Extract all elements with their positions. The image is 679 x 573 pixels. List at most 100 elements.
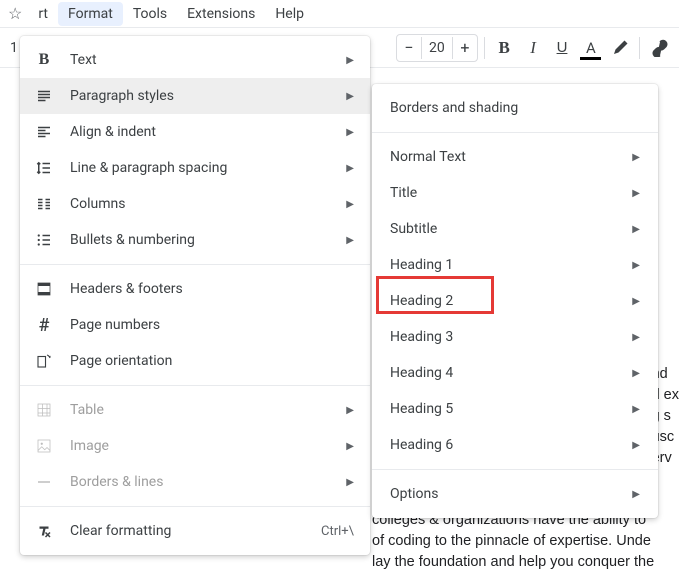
submenu-heading-2[interactable]: Heading 2 ▶ [372,283,658,319]
menu-item-label: Page orientation [70,353,354,369]
submenu-heading-5[interactable]: Heading 5 ▶ [372,391,658,427]
align-icon [32,120,56,144]
table-icon [32,398,56,422]
menu-item-label: Bullets & numbering [70,232,346,248]
menubar-item-help[interactable]: Help [265,2,314,26]
menu-item-label: Columns [70,196,346,212]
menu-item-label: Line & paragraph spacing [70,160,346,176]
menubar-item-extensions[interactable]: Extensions [177,2,265,26]
doc-text: of coding to the pinnacle of expertise. … [372,531,679,552]
submenu-item-label: Heading 4 [390,365,632,381]
menu-divider [20,264,370,265]
submenu-subtitle[interactable]: Subtitle ▶ [372,211,658,247]
bold-icon: B [32,48,56,72]
format-paragraph-styles[interactable]: Paragraph styles ▶ [20,78,370,114]
chevron-right-icon: ▶ [632,224,640,235]
insert-link-button[interactable] [646,34,673,62]
chevron-right-icon: ▶ [346,55,354,66]
italic-button[interactable]: I [520,34,547,62]
submenu-item-label: Heading 6 [390,437,632,453]
menu-item-label: Headers & footers [70,281,354,297]
separator [639,37,640,59]
headers-footers-icon [32,277,56,301]
underline-button[interactable]: U [549,34,576,62]
submenu-heading-1[interactable]: Heading 1 ▶ [372,247,658,283]
menu-item-label: Table [70,402,346,418]
link-icon [651,39,669,57]
submenu-item-label: Normal Text [390,149,632,165]
submenu-heading-6[interactable]: Heading 6 ▶ [372,427,658,463]
doc-text: lay the foundation and help you conquer … [372,552,679,573]
star-icon[interactable]: ☆ [8,4,22,23]
chevron-right-icon: ▶ [346,235,354,246]
submenu-heading-4[interactable]: Heading 4 ▶ [372,355,658,391]
font-size-increase[interactable]: + [453,35,477,61]
chevron-right-icon: ▶ [632,332,640,343]
menubar-item[interactable]: rt [28,2,58,26]
submenu-item-label: Borders and shading [390,100,640,116]
chevron-right-icon: ▶ [632,296,640,307]
font-size-control: − 20 + [396,34,478,62]
submenu-borders-shading[interactable]: Borders and shading [372,90,658,126]
submenu-item-label: Heading 3 [390,329,632,345]
format-align-indent[interactable]: Align & indent ▶ [20,114,370,150]
format-page-numbers[interactable]: # Page numbers [20,307,370,343]
submenu-item-label: Heading 1 [390,257,632,273]
submenu-item-label: Subtitle [390,221,632,237]
format-image: Image ▶ [20,428,370,464]
submenu-options[interactable]: Options ▶ [372,476,658,512]
chevron-right-icon: ▶ [346,199,354,210]
submenu-heading-3[interactable]: Heading 3 ▶ [372,319,658,355]
format-columns[interactable]: Columns ▶ [20,186,370,222]
chevron-right-icon: ▶ [632,368,640,379]
menu-item-shortcut: Ctrl+\ [321,524,354,539]
bullets-icon [32,228,56,252]
format-borders-lines: Borders & lines ▶ [20,464,370,500]
font-size-value[interactable]: 20 [421,37,453,59]
paragraph-icon [32,84,56,108]
menu-item-label: Paragraph styles [70,88,346,104]
chevron-right-icon: ▶ [632,404,640,415]
menu-divider [20,385,370,386]
hline-icon [32,470,56,494]
clear-formatting-icon [32,519,56,543]
menu-divider [372,469,658,470]
format-headers-footers[interactable]: Headers & footers [20,271,370,307]
chevron-right-icon: ▶ [346,91,354,102]
bold-button[interactable]: B [491,34,518,62]
chevron-right-icon: ▶ [632,260,640,271]
chevron-right-icon: ▶ [346,163,354,174]
submenu-normal-text[interactable]: Normal Text ▶ [372,139,658,175]
chevron-right-icon: ▶ [632,489,640,500]
menu-divider [20,506,370,507]
chevron-right-icon: ▶ [632,440,640,451]
menu-item-label: Borders & lines [70,474,346,490]
hash-icon: # [32,313,56,337]
menu-item-label: Image [70,438,346,454]
image-icon [32,434,56,458]
highlight-button[interactable] [606,34,633,62]
menu-divider [372,132,658,133]
highlight-icon [611,39,629,57]
format-page-orientation[interactable]: Page orientation [20,343,370,379]
font-size-decrease[interactable]: − [397,35,421,61]
format-clear-formatting[interactable]: Clear formatting Ctrl+\ [20,513,370,549]
paragraph-styles-submenu: Borders and shading Normal Text ▶ Title … [372,84,658,518]
format-text[interactable]: B Text ▶ [20,42,370,78]
menubar: ☆ rt Format Tools Extensions Help [0,0,679,28]
submenu-item-label: Title [390,185,632,201]
text-color-button[interactable]: A [577,34,604,62]
chevron-right-icon: ▶ [632,152,640,163]
menubar-item-format[interactable]: Format [58,2,123,26]
menubar-item-tools[interactable]: Tools [123,2,177,26]
chevron-right-icon: ▶ [346,127,354,138]
submenu-item-label: Options [390,486,632,502]
line-spacing-icon [32,156,56,180]
format-line-spacing[interactable]: Line & paragraph spacing ▶ [20,150,370,186]
submenu-title[interactable]: Title ▶ [372,175,658,211]
menu-item-label: Align & indent [70,124,346,140]
separator [484,37,485,59]
format-menu: B Text ▶ Paragraph styles ▶ Align & inde… [20,36,370,555]
orientation-icon [32,349,56,373]
format-bullets-numbering[interactable]: Bullets & numbering ▶ [20,222,370,258]
